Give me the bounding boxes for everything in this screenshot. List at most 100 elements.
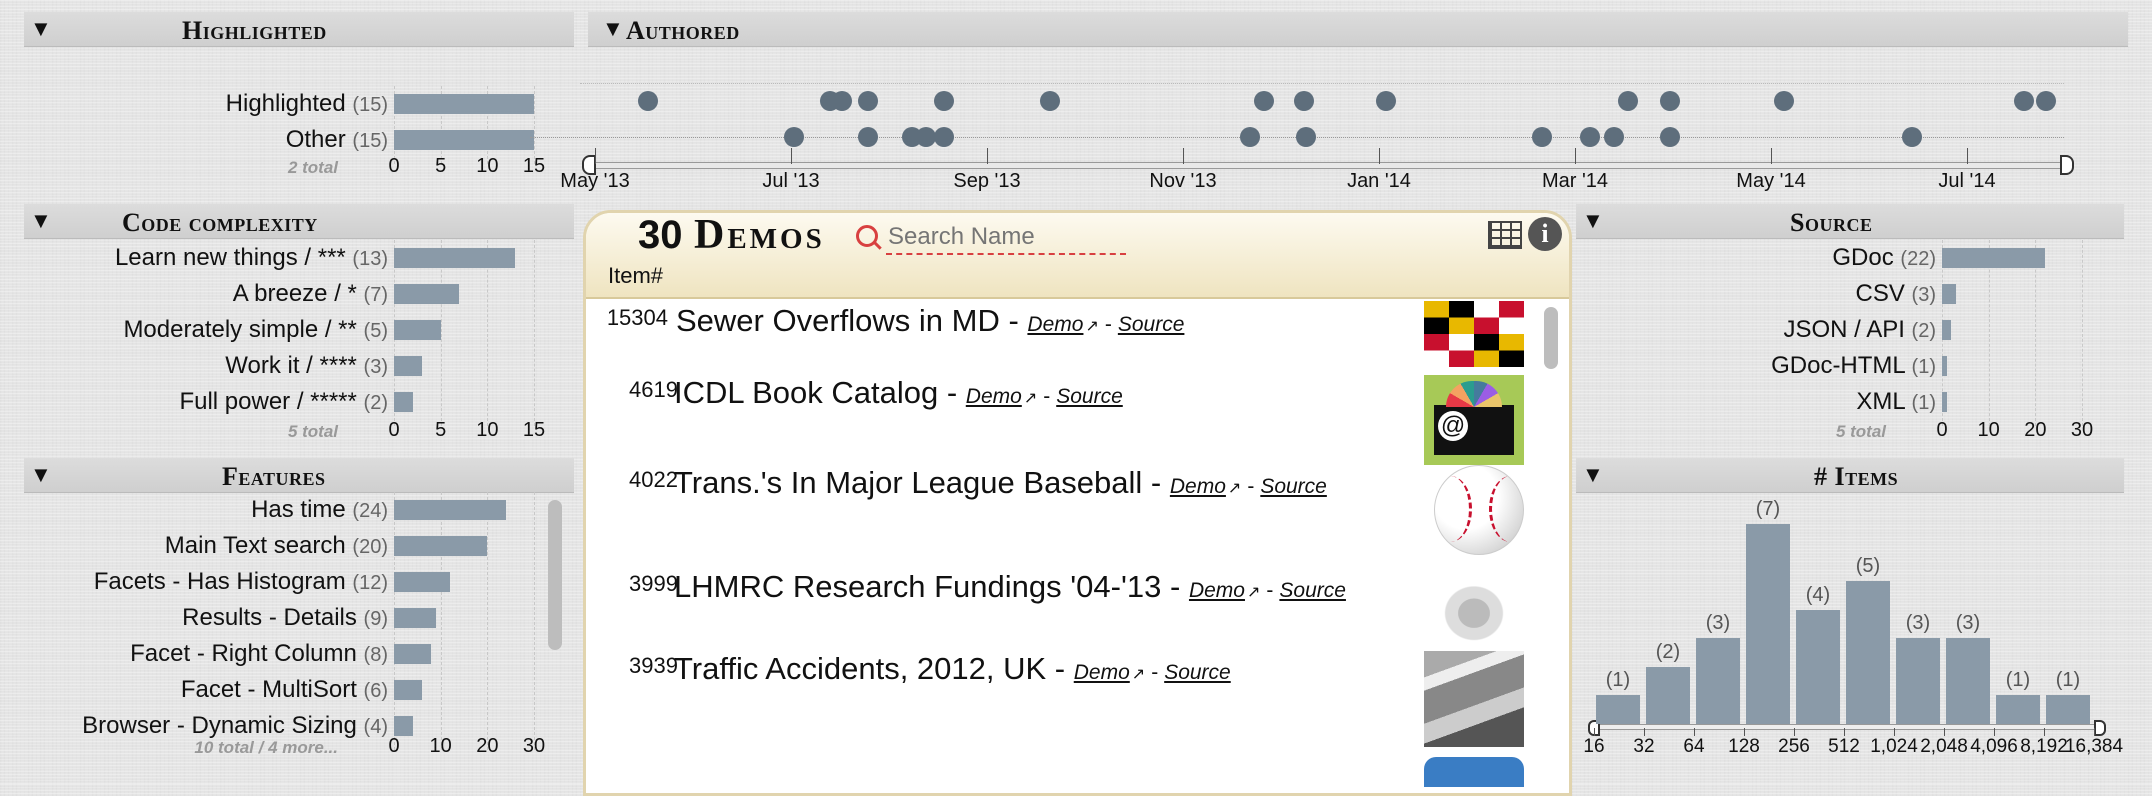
info-icon[interactable]: i bbox=[1528, 217, 1562, 251]
highlighted-demo-dot[interactable] bbox=[638, 91, 658, 111]
other-demo-dot[interactable] bbox=[1604, 127, 1624, 147]
collapse-icon[interactable]: ▼ bbox=[30, 18, 52, 40]
histogram-bar[interactable] bbox=[2046, 695, 2090, 724]
highlighted-demo-dot[interactable] bbox=[2014, 91, 2034, 111]
facet-label[interactable]: GDoc (22) bbox=[1832, 244, 1936, 272]
facet-bar[interactable] bbox=[394, 248, 516, 268]
highlighted-demo-dot[interactable] bbox=[1376, 91, 1396, 111]
facet-label[interactable]: Learn new things / *** (13) bbox=[115, 244, 388, 272]
facet-label[interactable]: Other (15) bbox=[286, 126, 388, 154]
histogram-bar[interactable] bbox=[1796, 609, 1840, 724]
result-title[interactable]: Sewer Overflows in MD - Demo ↗ - Source bbox=[676, 303, 1184, 339]
facet-label[interactable]: Moderately simple / ** (5) bbox=[123, 316, 388, 344]
collapse-icon[interactable]: ▼ bbox=[30, 464, 52, 486]
collapse-icon[interactable]: ▼ bbox=[1582, 464, 1604, 486]
range-handle-right[interactable] bbox=[2094, 720, 2106, 736]
facet-bar[interactable] bbox=[1942, 320, 1952, 340]
facet-row[interactable] bbox=[1580, 280, 2082, 316]
other-demo-dot[interactable] bbox=[1296, 127, 1316, 147]
demo-link[interactable]: Demo bbox=[1074, 661, 1130, 684]
histogram-bar[interactable] bbox=[1696, 638, 1740, 724]
demo-link[interactable]: Demo bbox=[1189, 579, 1245, 602]
facet-label[interactable]: Full power / ***** (2) bbox=[179, 388, 388, 416]
collapse-icon[interactable]: ▼ bbox=[1582, 210, 1604, 232]
facet-bar[interactable] bbox=[1942, 284, 1956, 304]
facet-label[interactable]: Results - Details (9) bbox=[182, 604, 388, 632]
highlighted-demo-dot[interactable] bbox=[1660, 91, 1680, 111]
facet-label[interactable]: Facet - MultiSort (6) bbox=[181, 676, 388, 704]
highlighted-demo-dot[interactable] bbox=[858, 91, 878, 111]
other-demo-dot[interactable] bbox=[784, 127, 804, 147]
facet-bar[interactable] bbox=[394, 536, 488, 556]
range-handle-right[interactable] bbox=[2060, 155, 2074, 175]
source-link[interactable]: Source bbox=[1279, 579, 1346, 602]
highlighted-demo-dot[interactable] bbox=[832, 91, 852, 111]
histogram-bar[interactable] bbox=[1996, 695, 2040, 724]
facet-label[interactable]: CSV (3) bbox=[1856, 280, 1936, 308]
facet-bar[interactable] bbox=[394, 320, 441, 340]
facet-label[interactable]: GDoc-HTML (1) bbox=[1771, 352, 1936, 380]
histogram-axis[interactable] bbox=[1594, 724, 2098, 730]
collapse-icon[interactable]: ▼ bbox=[602, 18, 624, 40]
histogram-bar[interactable] bbox=[1896, 638, 1940, 724]
facet-bar[interactable] bbox=[394, 392, 413, 412]
facet-label[interactable]: JSON / API (2) bbox=[1784, 316, 1937, 344]
facet-bar[interactable] bbox=[394, 608, 436, 628]
other-demo-dot[interactable] bbox=[1532, 127, 1552, 147]
other-demo-dot[interactable] bbox=[858, 127, 878, 147]
facet-bar[interactable] bbox=[1942, 392, 1947, 412]
histogram-bar[interactable] bbox=[1646, 666, 1690, 724]
authored-header[interactable]: ▼ Authored bbox=[588, 12, 2128, 47]
histogram-bar[interactable] bbox=[1596, 695, 1640, 724]
highlighted-demo-dot[interactable] bbox=[1040, 91, 1060, 111]
other-demo-dot[interactable] bbox=[916, 127, 936, 147]
facet-label[interactable]: Highlighted (15) bbox=[226, 90, 388, 118]
column-header-item[interactable]: Item# bbox=[608, 263, 663, 289]
histogram-bar[interactable] bbox=[1946, 638, 1990, 724]
highlighted-header[interactable]: ▼ Highlighted bbox=[24, 12, 574, 47]
facet-bar[interactable] bbox=[394, 680, 422, 700]
search-input[interactable] bbox=[886, 221, 1126, 255]
facet-bar[interactable] bbox=[394, 644, 432, 664]
highlighted-demo-dot[interactable] bbox=[934, 91, 954, 111]
facet-bar[interactable] bbox=[394, 716, 413, 736]
highlighted-demo-dot[interactable] bbox=[1618, 91, 1638, 111]
results-scrollbar[interactable] bbox=[1544, 307, 1558, 369]
facet-label[interactable]: Browser - Dynamic Sizing (4) bbox=[82, 712, 388, 740]
collapse-icon[interactable]: ▼ bbox=[30, 210, 52, 232]
source-link[interactable]: Source bbox=[1118, 313, 1185, 336]
highlighted-demo-dot[interactable] bbox=[1254, 91, 1274, 111]
facet-bar[interactable] bbox=[394, 356, 422, 376]
other-demo-dot[interactable] bbox=[1580, 127, 1600, 147]
histogram-bar[interactable] bbox=[1846, 581, 1890, 724]
facet-label[interactable]: Main Text search (20) bbox=[165, 532, 388, 560]
features-scrollbar[interactable] bbox=[548, 500, 562, 650]
source-link[interactable]: Source bbox=[1164, 661, 1231, 684]
other-demo-dot[interactable] bbox=[1660, 127, 1680, 147]
other-demo-dot[interactable] bbox=[1240, 127, 1260, 147]
facet-label[interactable]: XML (1) bbox=[1856, 388, 1936, 416]
facet-bar[interactable] bbox=[394, 94, 534, 114]
facet-bar[interactable] bbox=[394, 572, 450, 592]
timeline-axis[interactable] bbox=[588, 162, 2068, 169]
demo-link[interactable]: Demo bbox=[1170, 475, 1226, 498]
result-title[interactable]: Traffic Accidents, 2012, UK - Demo ↗ - Sour… bbox=[674, 651, 1231, 687]
table-view-icon[interactable] bbox=[1488, 221, 1522, 249]
items-header[interactable]: ▼ # Items bbox=[1576, 458, 2124, 493]
facet-bar[interactable] bbox=[394, 500, 506, 520]
other-demo-dot[interactable] bbox=[934, 127, 954, 147]
histogram-bar[interactable] bbox=[1746, 524, 1790, 724]
source-header[interactable]: ▼ Source bbox=[1576, 204, 2124, 239]
highlighted-demo-dot[interactable] bbox=[2036, 91, 2056, 111]
facet-label[interactable]: A breeze / * (7) bbox=[233, 280, 388, 308]
demo-link[interactable]: Demo bbox=[966, 385, 1022, 408]
highlighted-demo-dot[interactable] bbox=[1774, 91, 1794, 111]
facet-bar[interactable] bbox=[394, 130, 534, 150]
facet-label[interactable]: Facets - Has Histogram (12) bbox=[94, 568, 388, 596]
facet-label[interactable]: Work it / **** (3) bbox=[225, 352, 388, 380]
demo-link[interactable]: Demo bbox=[1027, 313, 1083, 336]
facet-bar[interactable] bbox=[394, 284, 460, 304]
facet-bar[interactable] bbox=[1942, 248, 2045, 268]
source-link[interactable]: Source bbox=[1056, 385, 1123, 408]
facet-label[interactable]: Has time (24) bbox=[251, 496, 388, 524]
